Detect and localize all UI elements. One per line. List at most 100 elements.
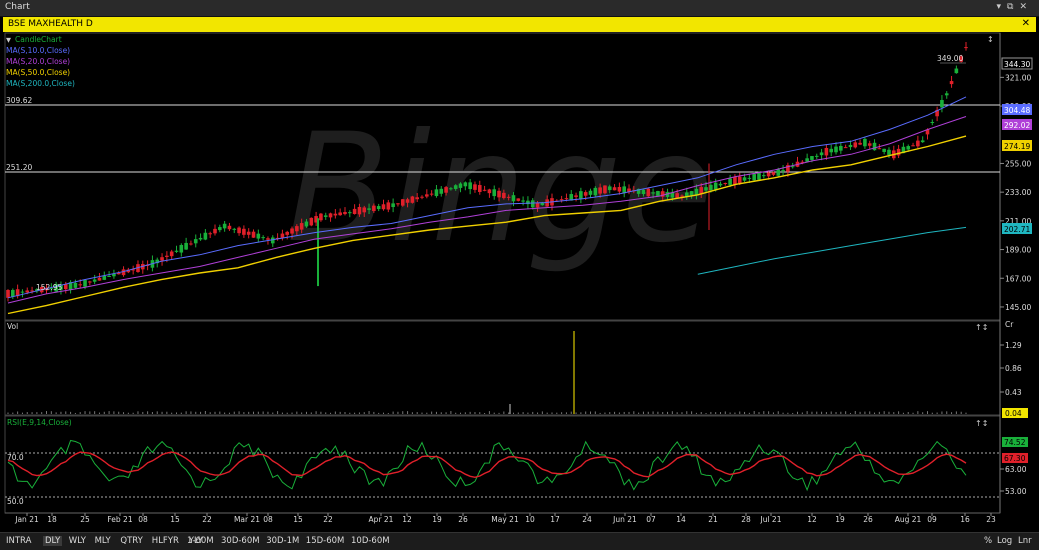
candle-body-171 xyxy=(829,148,834,153)
candle-body-183 xyxy=(887,149,891,155)
candle-body-36 xyxy=(179,245,184,253)
candle-body-140 xyxy=(680,195,684,197)
candle-body-60 xyxy=(295,226,299,232)
rsi-line xyxy=(7,439,967,492)
candle-179 xyxy=(867,140,872,149)
candle-169 xyxy=(819,148,824,161)
candle-body-77 xyxy=(376,206,381,210)
period-toolbar: INTRA DLY WLY MLY QTRY HLFYR YLY 1-60M 30D-60M 30… xyxy=(0,532,1039,550)
interval-button-1-60m[interactable]: 1-60M xyxy=(187,536,214,546)
x-tick-label-12: 12 xyxy=(402,515,412,524)
x-tick-label-29: 09 xyxy=(927,515,937,524)
candle-171 xyxy=(829,144,834,157)
scale-button-1[interactable]: Log xyxy=(997,536,1012,546)
candle-52 xyxy=(256,229,261,243)
candle-180 xyxy=(872,139,877,151)
candle-body-49 xyxy=(242,228,246,235)
x-tick-label-24: Jul 21 xyxy=(760,515,782,524)
low-annotation: 152.95 xyxy=(36,283,62,292)
badge-ma20: 292.02 xyxy=(1004,121,1030,130)
x-tick-label-14: 26 xyxy=(458,515,468,524)
candle-body-157 xyxy=(762,175,766,177)
candle-body-57 xyxy=(280,233,285,238)
candle-body-97 xyxy=(473,184,477,190)
candle-36 xyxy=(179,243,184,257)
candle-body-102 xyxy=(497,190,501,198)
x-tick-label-25: 12 xyxy=(807,515,817,524)
candle-38 xyxy=(189,240,193,246)
candle-124 xyxy=(603,185,607,195)
candle-body-103 xyxy=(502,192,506,199)
candle-body-132 xyxy=(641,189,646,195)
candle-185 xyxy=(896,144,901,159)
candle-body-178 xyxy=(863,138,867,147)
candle-body-45 xyxy=(222,223,227,229)
interval-button-15d-60m[interactable]: 15D-60M xyxy=(306,536,345,546)
rsi-label: RSI(E,9,14,Close) xyxy=(7,418,72,427)
candle-body-146 xyxy=(709,184,713,191)
candle-177 xyxy=(858,139,862,146)
candle-body-16 xyxy=(83,280,87,287)
badge-ma10: 304.48 xyxy=(1004,106,1030,115)
legend-ma200: MA(S,200.0,Close) xyxy=(6,79,75,88)
candle-body-15 xyxy=(78,284,83,286)
rsi-level-50-label: 50.0 xyxy=(7,497,24,506)
x-tick-label-9: 15 xyxy=(293,515,303,524)
candle-body-47 xyxy=(232,228,237,230)
candle-body-18 xyxy=(92,279,97,282)
x-tick-label-17: 17 xyxy=(550,515,560,524)
rsi-signal-badge: 67.30 xyxy=(1004,454,1026,463)
candle-197 xyxy=(954,65,959,74)
rsi-badge: 74.52 xyxy=(1004,438,1026,447)
x-tick-label-22: 21 xyxy=(708,515,718,524)
candle-body-182 xyxy=(882,148,886,152)
candle-body-173 xyxy=(839,145,843,151)
price-tick-label-6: 167.00 xyxy=(1005,274,1031,283)
period-button-hlfyr[interactable]: HLFYR xyxy=(152,536,179,546)
candle-body-82 xyxy=(400,199,405,206)
scale-button-0[interactable]: % xyxy=(984,536,992,546)
interval-button-30d-60m[interactable]: 30D-60M xyxy=(221,536,260,546)
volume-panel-frame xyxy=(4,320,1001,416)
x-tick-label-2: 25 xyxy=(80,515,90,524)
x-tick-label-4: 08 xyxy=(138,515,148,524)
candle-189 xyxy=(916,135,920,149)
scale-button-2[interactable]: Lnr xyxy=(1018,536,1032,546)
interval-button-10d-60m[interactable]: 10D-60M xyxy=(351,536,390,546)
period-button-intra[interactable]: INTRA xyxy=(6,536,31,546)
candle-39 xyxy=(193,234,198,248)
candle-body-161 xyxy=(781,170,785,172)
candle-body-19 xyxy=(97,277,102,281)
candle-body-91 xyxy=(444,187,448,193)
candle-body-154 xyxy=(747,177,752,179)
candle-body-34 xyxy=(169,251,174,257)
candle-body-88 xyxy=(429,193,434,195)
candle-body-149 xyxy=(723,183,728,185)
candle-193 xyxy=(935,106,939,122)
candle-body-20 xyxy=(102,275,107,280)
price-tick-label-2: 255.00 xyxy=(1005,159,1031,168)
period-button-wly[interactable]: WLY xyxy=(69,536,86,546)
chart-canvas[interactable]: BingeCandleChartMA(S,10.0,Close)MA(S,20.… xyxy=(0,0,1039,532)
rsi-panel-arrows-icon: ↑↕ xyxy=(975,419,988,428)
period-button-dly[interactable]: DLY xyxy=(43,536,63,546)
candle-body-96 xyxy=(468,182,472,190)
candle-148 xyxy=(718,181,723,187)
candle-body-43 xyxy=(213,228,217,234)
candle-body-196 xyxy=(949,81,954,85)
candle-body-58 xyxy=(285,231,290,235)
candle-46 xyxy=(227,222,232,231)
x-tick-label-3: Feb 21 xyxy=(107,515,132,524)
candle-194 xyxy=(940,95,944,113)
candle-57 xyxy=(280,229,285,241)
x-tick-label-27: 26 xyxy=(863,515,873,524)
badge-ma200: 202.71 xyxy=(1004,225,1030,234)
interval-button-30d-1m[interactable]: 30D-1M xyxy=(266,536,299,546)
candle-body-53 xyxy=(261,237,265,239)
period-button-mly[interactable]: MLY xyxy=(95,536,111,546)
period-button-qtry[interactable]: QTRY xyxy=(120,536,142,546)
candle-body-100 xyxy=(487,189,492,194)
candle-body-116 xyxy=(564,198,569,200)
candle-body-181 xyxy=(877,148,882,150)
badge-last: 344.30 xyxy=(1004,60,1030,69)
